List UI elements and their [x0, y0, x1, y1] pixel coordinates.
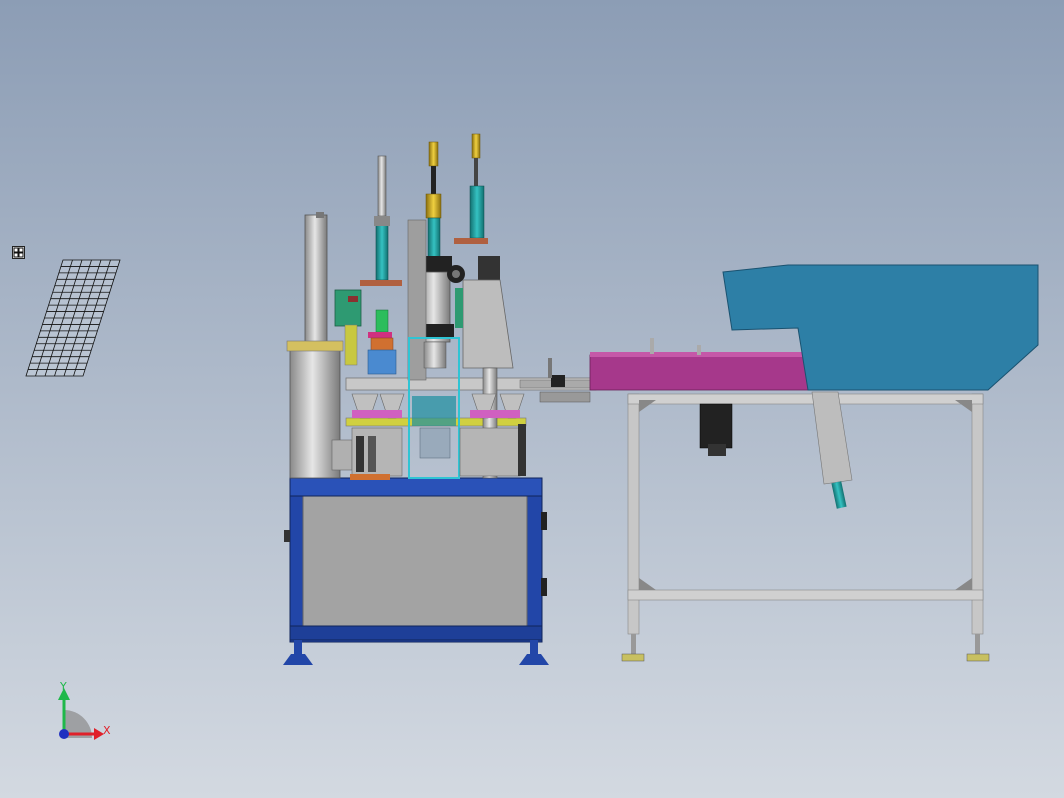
move-handle-icon[interactable] — [12, 246, 25, 259]
conveyor-belt — [589, 354, 811, 391]
cad-model-canvas[interactable]: Y X — [0, 0, 1064, 798]
axis-x-label: X — [103, 724, 111, 737]
axis-y-label: Y — [59, 680, 67, 693]
base-panel — [302, 495, 528, 627]
graphics-viewport[interactable]: Y X — [0, 0, 1064, 798]
